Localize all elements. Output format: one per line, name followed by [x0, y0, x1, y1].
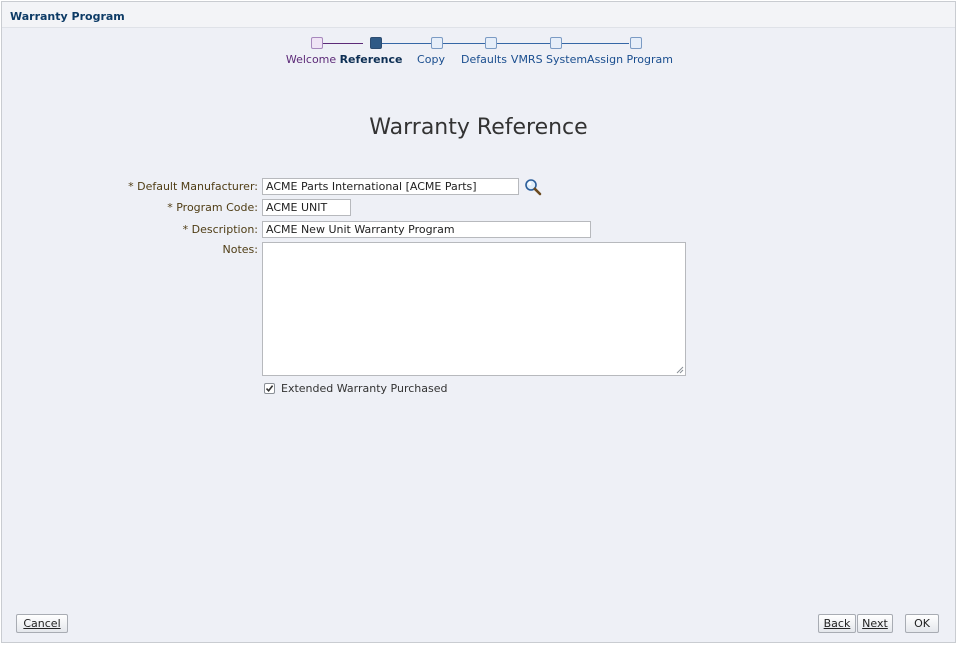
- required-marker: *: [182, 223, 189, 236]
- default-manufacturer-label: * Default Manufacturer:: [128, 180, 258, 193]
- extended-warranty-checkbox[interactable]: [264, 383, 275, 394]
- next-button[interactable]: Next: [857, 614, 893, 633]
- title-bar: Warranty Program: [2, 2, 955, 28]
- magnifier-icon[interactable]: [524, 178, 542, 196]
- extended-warranty-label[interactable]: Extended Warranty Purchased: [281, 382, 447, 395]
- train-stop-welcome[interactable]: [311, 37, 323, 49]
- train-stop-defaults[interactable]: [485, 37, 497, 49]
- train-label-defaults[interactable]: Defaults: [461, 53, 507, 66]
- train-stop-reference[interactable]: [370, 37, 382, 49]
- train-connector: [382, 43, 432, 44]
- program-code-label-text: Program Code:: [176, 201, 258, 214]
- required-marker: *: [128, 180, 134, 193]
- train-connector: [497, 43, 550, 44]
- default-manufacturer-field[interactable]: ACME Parts International [ACME Parts]: [262, 178, 519, 195]
- description-field[interactable]: ACME New Unit Warranty Program: [262, 221, 591, 238]
- train-connector: [443, 43, 485, 44]
- train-label-copy[interactable]: Copy: [417, 53, 445, 66]
- train-stop-copy[interactable]: [431, 37, 443, 49]
- back-button[interactable]: Back: [818, 614, 856, 633]
- train-label-vmrs-system[interactable]: VMRS System: [511, 53, 587, 66]
- required-marker: *: [167, 201, 173, 214]
- notes-label: Notes:: [222, 243, 258, 256]
- dialog-frame: Warranty Program Welcome Reference Copy …: [1, 1, 956, 643]
- wizard-train: Welcome Reference Copy Defaults VMRS Sys…: [2, 32, 955, 72]
- description-label: * Description:: [183, 223, 258, 236]
- cancel-button[interactable]: Cancel: [16, 614, 68, 633]
- page-title: Warranty Reference: [369, 115, 588, 140]
- train-connector: [561, 43, 629, 44]
- notes-textarea[interactable]: [262, 242, 686, 376]
- train-label-welcome[interactable]: Welcome: [286, 53, 336, 66]
- train-connector: [323, 43, 363, 44]
- ok-button[interactable]: OK: [905, 614, 939, 633]
- window-title: Warranty Program: [10, 10, 125, 23]
- default-manufacturer-label-text: Default Manufacturer:: [137, 180, 258, 193]
- train-stop-assign-program[interactable]: [630, 37, 642, 49]
- program-code-field[interactable]: ACME UNIT: [262, 199, 351, 216]
- checkmark-icon: [265, 385, 274, 393]
- program-code-label: * Program Code:: [167, 201, 258, 214]
- description-label-text: Description:: [191, 223, 258, 236]
- resize-grip-icon[interactable]: [676, 366, 684, 374]
- train-stop-vmrs-system[interactable]: [550, 37, 562, 49]
- train-label-reference[interactable]: Reference: [340, 53, 403, 66]
- train-label-assign-program[interactable]: Assign Program: [587, 53, 673, 66]
